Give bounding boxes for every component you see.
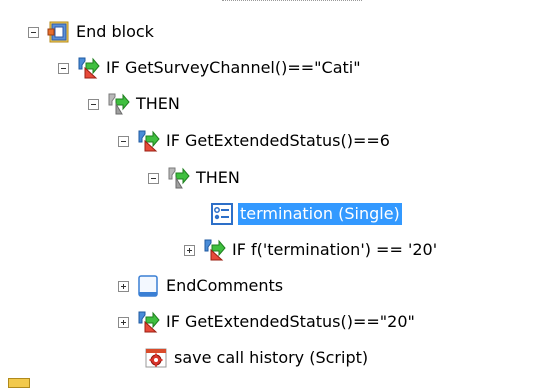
tree-node-if-extended-status-6[interactable]: IF GetExtendedStatus()==6 [118, 128, 392, 154]
collapse-toggle[interactable] [118, 135, 129, 147]
tree-node-if-survey-channel[interactable]: IF GetSurveyChannel()=="Cati" [58, 55, 363, 81]
node-label: IF GetExtendedStatus()=="20" [166, 312, 415, 331]
script-gear-icon [144, 346, 168, 370]
tree-node-save-call-history[interactable]: save call history (Script) [144, 345, 370, 371]
node-label: THEN [196, 168, 240, 187]
expand-toggle[interactable] [184, 244, 195, 256]
node-label-selected: termination (Single) [238, 203, 402, 225]
tree-node-if-extended-status-20[interactable]: IF GetExtendedStatus()=="20" [118, 309, 417, 335]
tree-node-then[interactable]: THEN [148, 165, 242, 191]
collapse-toggle[interactable] [58, 62, 69, 74]
tree-node-end-block[interactable]: End block [28, 19, 156, 45]
if-condition-icon [76, 56, 100, 80]
node-label: EndComments [166, 276, 284, 295]
collapse-toggle[interactable] [28, 26, 39, 38]
if-condition-icon [202, 238, 226, 262]
expand-toggle[interactable] [118, 280, 129, 292]
single-question-icon [210, 202, 234, 226]
then-branch-icon [106, 92, 130, 116]
collapse-toggle[interactable] [148, 172, 159, 184]
node-label: IF GetExtendedStatus()==6 [166, 131, 390, 150]
expand-toggle[interactable] [118, 316, 129, 328]
node-label: save call history (Script) [174, 348, 369, 367]
page-icon [136, 274, 160, 298]
clipped-row-icon [8, 378, 30, 388]
tree-node-termination-single[interactable]: termination (Single) [210, 201, 402, 227]
then-branch-icon [166, 166, 190, 190]
tree-node-end-comments[interactable]: EndComments [118, 273, 285, 299]
node-label: IF GetSurveyChannel()=="Cati" [106, 58, 361, 77]
clipped-row-above [222, 0, 362, 7]
tree-node-if-termination-20[interactable]: IF f('termination') == '20' [184, 237, 439, 263]
node-label: THEN [136, 94, 180, 113]
tree-node-then[interactable]: THEN [88, 91, 182, 117]
if-condition-icon [136, 310, 160, 334]
collapse-toggle[interactable] [88, 98, 99, 110]
block-icon [46, 20, 70, 44]
node-label: End block [76, 22, 154, 41]
if-condition-icon [136, 129, 160, 153]
node-label: IF f('termination') == '20' [232, 240, 438, 259]
